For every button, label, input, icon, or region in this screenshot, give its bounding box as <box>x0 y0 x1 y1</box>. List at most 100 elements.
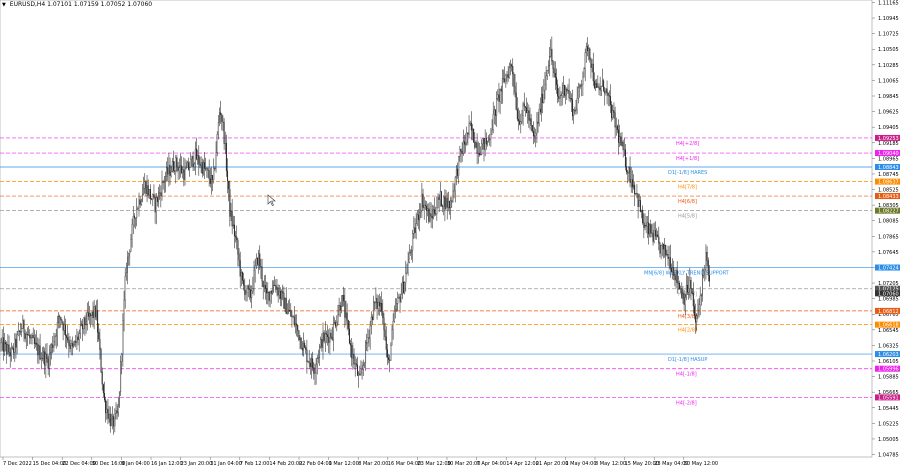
candle-body <box>240 272 242 277</box>
candle-body <box>521 115 523 122</box>
candle-body <box>421 193 423 212</box>
candle-body <box>259 253 261 267</box>
candle-body <box>527 110 529 113</box>
candle-body <box>29 334 31 338</box>
candle-body <box>447 201 449 208</box>
candle-body <box>558 96 560 99</box>
candle-body <box>345 312 347 318</box>
candle-body <box>343 295 345 302</box>
candle-body <box>139 199 141 205</box>
candle-body <box>181 165 183 173</box>
candle-body <box>238 253 240 261</box>
candle-body <box>176 157 178 168</box>
candle-body <box>153 194 155 197</box>
candle-body <box>438 197 440 200</box>
candle-body <box>631 179 633 188</box>
candle-body <box>130 239 132 252</box>
candle-body <box>583 68 585 78</box>
candle-body <box>466 132 468 144</box>
candle-body <box>467 132 469 135</box>
price-chart[interactable]: H4[+2/8] H4[+1/8] D1[-1/8] HARES H4[7/8] H4[… <box>0 0 900 468</box>
time-label: 14 Feb 20:00 <box>269 461 302 467</box>
candle-body <box>14 338 16 353</box>
candle-body <box>207 168 209 172</box>
candle-body <box>102 384 104 394</box>
candle-body <box>121 353 123 362</box>
candle-body <box>661 243 663 246</box>
price-label: 1.10945 <box>878 16 899 22</box>
candle-body <box>85 324 87 326</box>
candle-body <box>172 161 174 171</box>
candle-body <box>270 291 272 294</box>
candle-body <box>286 311 288 315</box>
candle-body <box>350 343 352 346</box>
candle-body <box>363 362 365 366</box>
candle-body <box>493 109 495 115</box>
price-label: 1.05445 <box>878 406 899 412</box>
candle-body <box>232 224 234 227</box>
candle-body <box>330 333 332 338</box>
candle-body <box>647 222 649 235</box>
candle-body <box>33 337 35 345</box>
candle-body <box>18 330 20 333</box>
candle-body <box>522 103 524 116</box>
chart-window[interactable]: H4[+2/8] H4[+1/8] D1[-1/8] HARES H4[7/8] H4[… <box>0 0 900 468</box>
candle-body <box>484 137 486 150</box>
candle-body <box>659 242 661 254</box>
candle-body <box>324 333 326 342</box>
candle-body <box>453 190 455 192</box>
candle-body <box>409 251 411 254</box>
candle-body <box>477 152 479 154</box>
level-label: H4[7/8] <box>678 185 697 191</box>
candle-body <box>528 110 530 121</box>
candle-body <box>81 323 83 326</box>
candle-body <box>396 303 398 310</box>
candle-body <box>346 312 348 321</box>
candle-body <box>218 112 220 123</box>
candle-body <box>160 192 162 197</box>
candle-body <box>163 181 165 183</box>
candle-body <box>37 344 39 356</box>
candle-body <box>253 270 255 289</box>
candle-body <box>666 254 668 256</box>
candle-body <box>460 149 462 152</box>
candle-body <box>296 323 298 326</box>
candle-body <box>539 108 541 113</box>
candle-body <box>543 89 545 103</box>
candle-body <box>255 257 257 267</box>
candle-body <box>251 290 253 298</box>
price-label: 1.05885 <box>878 375 899 381</box>
candle-body <box>245 292 247 295</box>
candle-body <box>184 168 186 180</box>
candle-body <box>435 213 437 215</box>
time-label: 8 Mar 20:00 <box>358 461 388 467</box>
candle-body <box>66 335 68 338</box>
candle-body <box>112 416 114 420</box>
candle-body <box>695 315 697 323</box>
triangle-down-icon[interactable]: ▼ <box>2 2 6 8</box>
candle-body <box>204 162 206 169</box>
candle-body <box>508 67 510 78</box>
candle-body <box>637 193 639 207</box>
candle-body <box>499 89 501 102</box>
level-label: H4[-1/8] <box>676 372 697 378</box>
time-label: 16 Jan 12:00 <box>151 461 183 467</box>
candle-body <box>308 361 310 364</box>
candle-body <box>256 257 258 265</box>
candle-body <box>175 157 177 172</box>
candle-body <box>72 344 74 347</box>
candle-body <box>491 129 493 135</box>
candle-body <box>94 306 96 318</box>
level-label: D1[-1/8] HASUP <box>668 357 707 363</box>
candle-body <box>415 223 417 233</box>
candle-body <box>154 196 156 213</box>
candle-body <box>402 281 404 293</box>
candle-body <box>450 200 452 209</box>
price-label: 1.07865 <box>878 234 899 240</box>
candle-body <box>445 197 447 210</box>
candle-body <box>58 316 60 323</box>
candle-body <box>515 92 517 110</box>
candle-body <box>156 197 158 202</box>
candle-body <box>291 316 293 318</box>
candle-body <box>404 282 406 293</box>
